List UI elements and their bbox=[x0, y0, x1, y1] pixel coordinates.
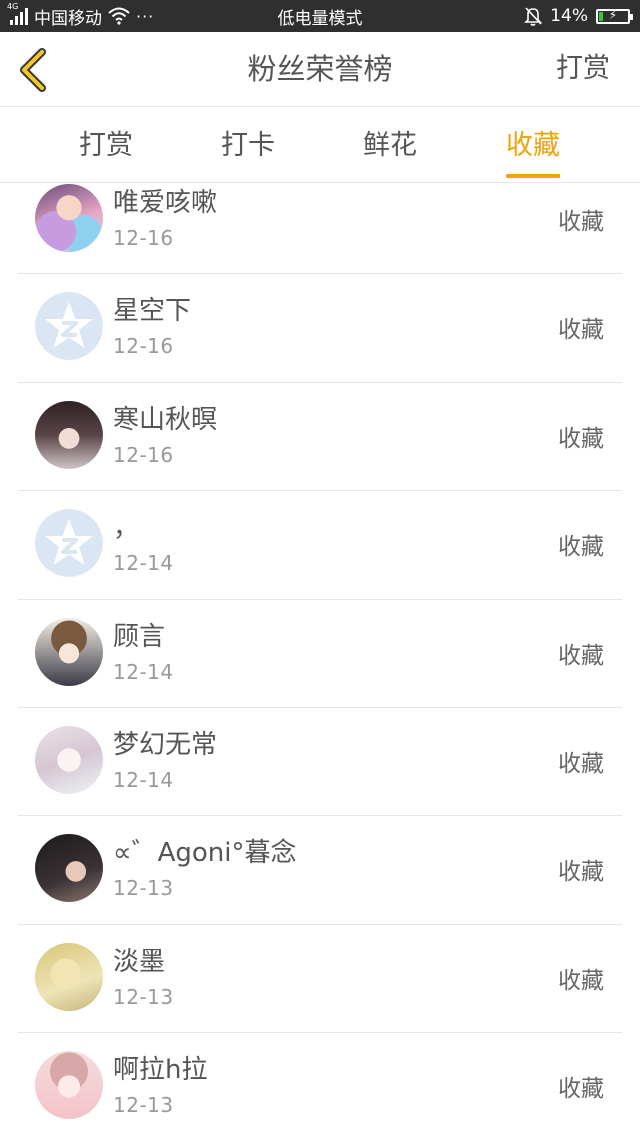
record-type-label: 收藏 bbox=[558, 859, 604, 886]
battery-percent: 14% bbox=[550, 6, 588, 26]
list-item[interactable]: ∝゛Agoni°暮念 12-13 收藏 bbox=[0, 816, 640, 925]
fan-date: 12-13 bbox=[113, 1093, 174, 1118]
fan-name: 星空下 bbox=[113, 296, 192, 327]
default-avatar-star-icon bbox=[35, 509, 103, 578]
avatar[interactable] bbox=[35, 834, 103, 903]
list-item[interactable]: 梦幻无常 12-14 收藏 bbox=[0, 708, 640, 817]
avatar[interactable] bbox=[35, 617, 103, 686]
fan-name: ， bbox=[113, 513, 140, 544]
back-button[interactable] bbox=[14, 48, 54, 92]
fan-date: 12-14 bbox=[113, 551, 174, 576]
carrier-label: 中国移动 bbox=[34, 8, 102, 29]
record-type-label: 收藏 bbox=[558, 967, 604, 994]
fan-date: 12-14 bbox=[113, 767, 174, 792]
fan-date: 12-16 bbox=[113, 226, 174, 250]
record-type-label: 收藏 bbox=[558, 1076, 604, 1103]
record-type-label: 收藏 bbox=[558, 209, 604, 235]
fan-date: 12-16 bbox=[113, 442, 174, 467]
fan-date: 12-13 bbox=[113, 876, 174, 901]
record-type-label: 收藏 bbox=[558, 642, 604, 669]
fan-name: 淡墨 bbox=[113, 946, 166, 977]
fan-date: 12-14 bbox=[113, 659, 174, 684]
avatar[interactable] bbox=[35, 292, 103, 361]
list-item[interactable]: ， 12-14 收藏 bbox=[0, 491, 640, 600]
tab-checkin[interactable]: 打卡 bbox=[221, 107, 275, 182]
chevron-left-icon bbox=[20, 48, 46, 92]
tab-reward[interactable]: 打赏 bbox=[79, 107, 133, 182]
fan-name: 啊拉h拉 bbox=[113, 1055, 208, 1086]
fan-date: 12-16 bbox=[113, 334, 174, 359]
tab-bar: 打赏 打卡 鲜花 收藏 bbox=[0, 107, 640, 183]
fan-list[interactable]: 唯爱咳嗽 12-16 收藏 星空下 12-16 收藏 寒山秋暝 12-16 收藏， 12-14 收藏… bbox=[0, 183, 640, 1138]
list-item[interactable]: 顾言 12-14 收藏 bbox=[0, 600, 640, 708]
avatar[interactable] bbox=[35, 400, 103, 469]
fan-name: 寒山秋暝 bbox=[113, 404, 218, 435]
wifi-icon bbox=[108, 7, 130, 25]
reward-button[interactable]: 打赏 bbox=[556, 32, 610, 106]
fan-name: 唯爱咳嗽 bbox=[113, 188, 218, 218]
avatar[interactable] bbox=[35, 509, 103, 578]
more-notifications-icon: ··· bbox=[136, 6, 155, 26]
power-mode-label: 低电量模式 bbox=[277, 8, 363, 29]
avatar[interactable] bbox=[35, 725, 103, 794]
fan-name: ∝゛Agoni°暮念 bbox=[113, 838, 297, 869]
list-item[interactable]: 啊拉h拉 12-13 收藏 bbox=[0, 1033, 640, 1138]
record-type-label: 收藏 bbox=[558, 425, 604, 452]
record-type-label: 收藏 bbox=[558, 534, 604, 561]
tab-favorites[interactable]: 收藏 bbox=[506, 107, 560, 182]
list-item[interactable]: 淡墨 12-13 收藏 bbox=[0, 925, 640, 1034]
record-type-label: 收藏 bbox=[558, 750, 604, 777]
signal-icon: 4G bbox=[7, 2, 28, 25]
status-bar: 4G 中国移动 ··· 低电量模式 14% ⚡ bbox=[0, 0, 640, 32]
fan-name: 顾言 bbox=[113, 621, 166, 652]
battery-icon: ⚡ bbox=[596, 8, 633, 24]
page-title: 粉丝荣誉榜 bbox=[247, 52, 393, 86]
tab-flowers[interactable]: 鲜花 bbox=[363, 107, 417, 182]
list-item[interactable]: 寒山秋暝 12-16 收藏 bbox=[0, 383, 640, 492]
avatar[interactable] bbox=[35, 184, 103, 252]
nav-bar: 粉丝荣誉榜 打赏 bbox=[0, 32, 640, 107]
list-item[interactable]: 星空下 12-16 收藏 bbox=[0, 274, 640, 383]
bell-muted-icon bbox=[524, 6, 543, 26]
fan-name: 梦幻无常 bbox=[113, 729, 218, 760]
record-type-label: 收藏 bbox=[558, 317, 604, 344]
avatar[interactable] bbox=[35, 1051, 103, 1120]
list-item[interactable]: 唯爱咳嗽 12-16 收藏 bbox=[0, 183, 640, 275]
network-badge: 4G bbox=[7, 2, 19, 11]
default-avatar-star-icon bbox=[35, 292, 103, 361]
avatar[interactable] bbox=[35, 942, 103, 1011]
fan-date: 12-13 bbox=[113, 984, 174, 1009]
